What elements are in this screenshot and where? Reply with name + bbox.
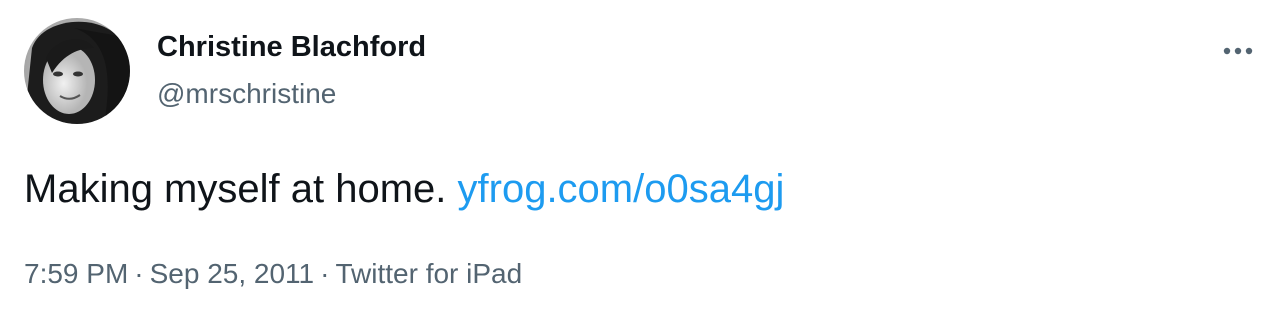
tweet-text: Making myself at home. yfrog.com/o0sa4gj [24,165,784,213]
tweet-time[interactable]: 7:59 PM [24,258,128,289]
tweet-body: Making myself at home. [24,167,447,211]
avatar-image [24,18,130,124]
tweet-source[interactable]: Twitter for iPad [335,258,522,289]
more-horizontal-icon [1223,47,1253,55]
author-display-name[interactable]: Christine Blachford [157,31,426,64]
tweet-date[interactable]: Sep 25, 2011 [150,258,315,289]
tweet-meta: 7:59 PM · Sep 25, 2011 · Twitter for iPad [24,258,522,290]
meta-separator: · [134,258,144,289]
tweet-card: Christine Blachford @mrschristine Making… [0,0,1280,319]
avatar[interactable] [24,18,130,124]
meta-separator: · [320,258,330,289]
tweet-link[interactable]: yfrog.com/o0sa4gj [458,167,785,211]
more-options-button[interactable] [1216,36,1260,66]
author-handle[interactable]: @mrschristine [157,78,336,110]
